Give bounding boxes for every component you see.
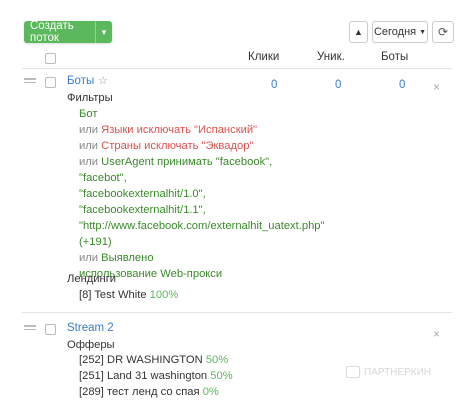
offer-name: [252] DR WASHINGTON — [79, 354, 203, 366]
stream-name-link[interactable]: Stream 2 — [67, 322, 114, 334]
or-label: или — [79, 252, 99, 264]
filters-title: Фильтры — [67, 92, 113, 104]
stream-checkbox[interactable] — [45, 77, 56, 88]
offer-item: [252] DR WASHINGTON 50% — [79, 352, 233, 368]
watermark-text: ПАРТНЕРКИН — [364, 366, 431, 378]
offers-title: Офферы — [67, 339, 115, 351]
offer-item: [289] тест ленд со спая 0% — [79, 384, 233, 400]
filter-language: или Языки исключать "Испанский" — [79, 122, 325, 138]
offer-name: [289] тест ленд со спая — [79, 386, 200, 398]
row-divider — [22, 312, 452, 313]
column-unique[interactable]: Уник. — [317, 51, 345, 63]
drag-handle-icon[interactable] — [24, 78, 36, 85]
drag-handle-icon[interactable] — [24, 325, 36, 332]
refresh-icon: ⟳ — [437, 25, 449, 39]
filter-ua-1: UserAgent принимать "facebook", — [101, 156, 273, 168]
filter-country: или Страны исключать "Эквадор" — [79, 138, 325, 154]
stream-name-link[interactable]: Боты — [67, 75, 94, 87]
filter-language-text: Языки исключать "Испанский" — [101, 124, 258, 136]
offer-item: [251] Land 31 washington 50% — [79, 368, 233, 384]
create-stream-button[interactable]: Создать поток ▼ — [24, 20, 112, 44]
filter-ua-5: "http://www.facebook.com/externalhit_uat… — [79, 220, 325, 232]
refresh-button[interactable]: ⟳ — [432, 21, 454, 43]
filter-detect-1: Выявлено — [101, 252, 154, 264]
period-label: Сегодня — [373, 26, 417, 38]
landings-title: Лендинги — [67, 273, 117, 285]
or-label: или — [79, 156, 99, 168]
offers-list: [252] DR WASHINGTON 50% [251] Land 31 wa… — [79, 352, 233, 400]
filters-list: Бот или Языки исключать "Испанский" или … — [79, 106, 325, 282]
stream-bots: 0 — [399, 79, 406, 91]
watermark-logo-icon — [346, 366, 360, 378]
filter-bot: Бот — [79, 108, 98, 120]
create-stream-label: Создать поток — [30, 20, 74, 44]
filter-country-text: Страны исключать "Эквадор" — [101, 140, 254, 152]
filter-useragent: или UserAgent принимать "facebook", — [79, 154, 325, 170]
filter-detect: или Выявлено — [79, 250, 325, 266]
star-icon[interactable]: ☆ — [98, 74, 108, 87]
stream-clicks: 0 — [271, 79, 278, 91]
offer-pct: 50% — [205, 354, 229, 366]
chevron-down-icon[interactable]: ▼ — [95, 21, 112, 43]
close-icon[interactable]: × — [433, 327, 440, 341]
sort-up-button[interactable]: ▲ — [349, 21, 368, 43]
header-divider — [22, 68, 452, 69]
or-label: или — [79, 140, 99, 152]
period-select[interactable]: Сегодня ▼ — [372, 21, 428, 43]
filter-ua-3: "facebookexternalhit/1.0", — [79, 188, 206, 200]
chevron-down-icon: ▼ — [419, 28, 427, 36]
landing-pct: 100% — [149, 289, 179, 301]
landing-item: [8] Test White 100% — [79, 287, 178, 303]
stream-unique: 0 — [335, 79, 342, 91]
offer-pct: 0% — [202, 386, 219, 398]
close-icon[interactable]: × — [433, 80, 440, 94]
landing-name: [8] Test White — [79, 289, 147, 301]
filter-ua-6: (+191) — [79, 236, 112, 248]
offer-pct: 50% — [210, 370, 233, 382]
select-all-checkbox[interactable] — [45, 53, 56, 64]
column-bots[interactable]: Боты — [381, 51, 408, 63]
offer-name: [251] Land 31 washington — [79, 370, 208, 382]
watermark: ПАРТНЕРКИН — [346, 366, 431, 378]
filter-ua-2: "facebot", — [79, 172, 127, 184]
stream-checkbox[interactable] — [45, 324, 56, 335]
or-label: или — [79, 124, 99, 136]
filter-ua-4: "facebookexternalhit/1.1", — [79, 204, 206, 216]
triangle-up-icon: ▲ — [354, 27, 363, 37]
column-clicks[interactable]: Клики — [248, 51, 279, 63]
